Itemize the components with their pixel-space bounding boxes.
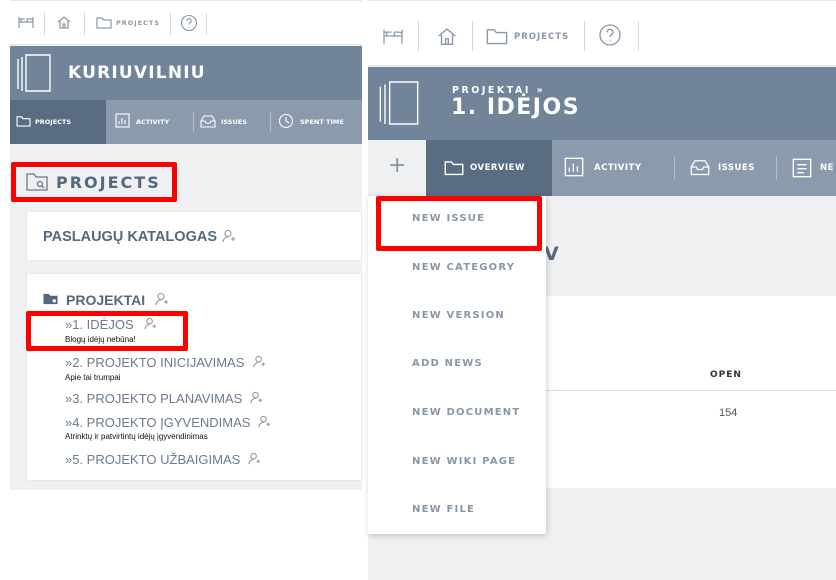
menu-item-add-news[interactable]: ADD NEWS: [412, 358, 483, 369]
subproject-description: Atrinktų ir patvirtintų idėjų įgyvendini…: [65, 432, 208, 441]
tab-label: PROJECTS: [35, 118, 72, 126]
tab-divider: [776, 156, 777, 180]
plus-icon: +: [388, 153, 407, 178]
issues-icon: [200, 114, 216, 128]
menu-item-new-wiki-page[interactable]: NEW WIKI PAGE: [412, 456, 516, 467]
brand-title: KURIUVILNIU: [68, 63, 206, 83]
catalog-link[interactable]: PASLAUGŲ KATALOGAS: [43, 229, 217, 245]
user-icon: [253, 355, 266, 368]
activity-icon: [115, 113, 130, 128]
right-panel: PROJECTS PROJEKTAI » 1. IDĖJOS + OVERVIE…: [368, 0, 836, 580]
right-topbar: PROJECTS: [368, 0, 836, 66]
issues-icon: [690, 158, 710, 176]
bed-icon[interactable]: [382, 27, 404, 45]
tab-new[interactable]: NE: [792, 140, 836, 196]
topbar-divider: [472, 21, 473, 51]
left-topbar: PROJECTS: [10, 0, 362, 45]
subproject-description: Apie tai trumpai: [65, 373, 121, 382]
clock-icon: [278, 113, 294, 129]
tab-issues[interactable]: ISSUES: [200, 100, 272, 144]
tab-divider: [270, 112, 271, 132]
user-icon: [155, 292, 169, 306]
document-icon: [792, 158, 812, 178]
subproject-link[interactable]: »2. PROJEKTO INICIJAVIMAS: [65, 355, 244, 370]
tab-overview[interactable]: OVERVIEW: [426, 140, 552, 196]
tab-divider: [674, 156, 675, 180]
topbar-divider: [206, 13, 207, 35]
open-count[interactable]: 154: [719, 407, 737, 419]
menu-item-new-category[interactable]: NEW CATEGORY: [412, 262, 515, 273]
menu-item-new-document[interactable]: NEW DOCUMENT: [412, 407, 520, 418]
topbar-divider: [44, 13, 45, 35]
home-icon[interactable]: [56, 14, 72, 30]
activity-icon: [564, 157, 584, 177]
open-column-header: OPEN: [710, 370, 742, 380]
right-project-header: PROJEKTAI » 1. IDĖJOS: [368, 67, 836, 140]
left-panel: PROJECTS KURIUVILNIU PROJECTS ACTIVITY I…: [10, 0, 362, 490]
help-icon[interactable]: [180, 14, 198, 32]
tab-projects[interactable]: PROJECTS: [10, 100, 106, 144]
tab-spent-time[interactable]: SPENT TIME: [278, 100, 362, 144]
brand-logo-icon: [378, 77, 420, 129]
user-icon: [248, 452, 261, 465]
user-icon: [258, 415, 271, 428]
section-title-fragment: V: [544, 243, 559, 265]
left-brand-header: KURIUVILNIU: [10, 46, 362, 100]
topbar-divider: [584, 21, 585, 51]
tab-label: NE: [820, 163, 834, 173]
menu-item-new-file[interactable]: NEW FILE: [412, 504, 475, 515]
folder-icon: [444, 159, 464, 176]
folder-icon[interactable]: [486, 27, 508, 45]
tab-label: ISSUES: [718, 163, 755, 173]
subproject-link[interactable]: »3. PROJEKTO PLANAVIMAS: [65, 391, 242, 406]
table-header-rule: [544, 390, 836, 391]
subproject-link[interactable]: »4. PROJEKTO ĮGYVENDIMAS: [65, 415, 250, 430]
tab-label: ACTIVITY: [594, 163, 642, 173]
topbar-divider: [638, 21, 639, 51]
subproject-link[interactable]: »5. PROJEKTO UŽBAIGIMAS: [65, 452, 240, 467]
topbar-divider: [170, 13, 171, 35]
plus-button[interactable]: +: [368, 140, 426, 196]
tab-label: OVERVIEW: [470, 163, 525, 173]
highlight-box-ideas-item: [26, 311, 188, 351]
topbar-divider: [418, 21, 419, 51]
group-title[interactable]: PROJEKTAI: [66, 292, 145, 308]
folder-icon: [43, 292, 58, 305]
tab-activity[interactable]: ACTIVITY: [115, 100, 195, 144]
highlight-box-projects-title: [11, 162, 177, 202]
tab-label: ACTIVITY: [136, 118, 170, 126]
folder-icon[interactable]: [96, 16, 112, 29]
highlight-box-new-issue: [376, 196, 542, 251]
topbar-divider: [84, 13, 85, 35]
home-icon[interactable]: [436, 25, 458, 47]
tab-issues[interactable]: ISSUES: [690, 140, 776, 196]
bed-icon[interactable]: [18, 15, 34, 29]
tab-label: ISSUES: [221, 118, 247, 126]
user-icon: [250, 391, 263, 404]
tab-label: SPENT TIME: [300, 118, 344, 126]
tab-divider: [193, 112, 194, 132]
topbar-projects-link[interactable]: PROJECTS: [514, 32, 569, 42]
project-title: 1. IDĖJOS: [451, 95, 581, 120]
help-icon[interactable]: [598, 23, 622, 47]
folder-icon: [16, 115, 31, 127]
brand-logo-icon: [16, 53, 52, 93]
user-icon: [222, 229, 236, 243]
topbar-projects-link[interactable]: PROJECTS: [116, 19, 160, 27]
menu-item-new-version[interactable]: NEW VERSION: [412, 310, 505, 321]
tab-activity[interactable]: ACTIVITY: [564, 140, 676, 196]
